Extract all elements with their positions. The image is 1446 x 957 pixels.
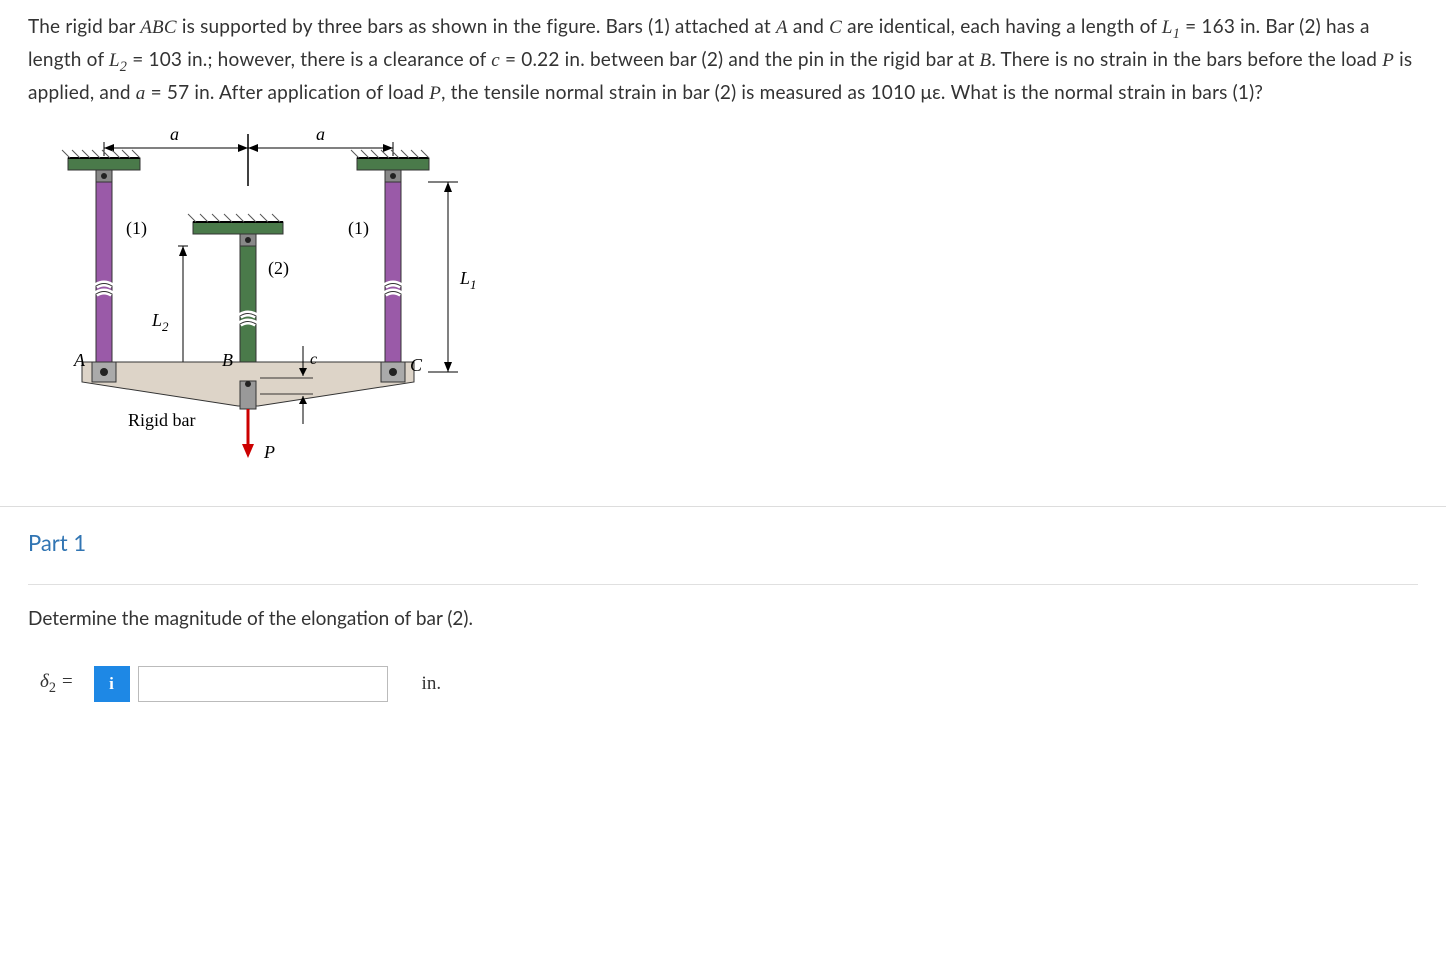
part1-heading: Part 1 (28, 529, 1418, 556)
var-A: A (776, 17, 788, 38)
label-bar2: (2) (268, 258, 289, 279)
text: , the tensile normal strain in bar (2) i… (441, 81, 1263, 104)
problem-statement: The rigid bar ABC is supported by three … (28, 12, 1418, 108)
var-L2: L2 (109, 50, 127, 71)
value-c: = 0.22 in. (500, 48, 585, 71)
text: and (788, 15, 829, 38)
text: . There is no strain in the bars before … (991, 48, 1382, 71)
bar1-left (96, 182, 112, 362)
part1-prompt: Determine the magnitude of the elongatio… (28, 607, 1418, 630)
delta2-input[interactable] (138, 666, 388, 702)
text: are identical, each having a length of (842, 15, 1162, 38)
divider (28, 584, 1418, 585)
value-L2: = 103 in. (127, 48, 207, 71)
label-P: P (263, 442, 275, 462)
value-L1: = 163 in. (1180, 15, 1260, 38)
var-C: C (829, 17, 842, 38)
text: between bar (2) and the pin in the rigid… (585, 48, 980, 71)
answer-symbol: δ2 = (40, 671, 74, 697)
var-abc: ABC (140, 17, 177, 38)
label-bar1-left: (1) (126, 218, 147, 239)
label-rigid-bar: Rigid bar (128, 410, 196, 430)
support-middle (188, 214, 283, 246)
label-C: C (410, 355, 423, 375)
label-L2: L2 (151, 310, 169, 334)
text: The rigid bar (28, 15, 140, 38)
var-P2: P (429, 83, 441, 104)
label-L1: L1 (459, 268, 477, 292)
part1-section: Part 1 Determine the magnitude of the el… (0, 507, 1446, 742)
label-a-left: a (170, 126, 179, 144)
label-a-right: a (316, 126, 325, 144)
label-c: c (310, 351, 317, 368)
var-B: B (980, 50, 992, 71)
bar1-right (385, 182, 401, 362)
label-bar1-right: (1) (348, 218, 369, 239)
info-button[interactable]: i (94, 666, 130, 702)
var-a: a (136, 83, 146, 104)
label-A: A (73, 350, 86, 370)
var-c: c (491, 50, 500, 71)
text: After application of load (215, 81, 430, 104)
var-L1: L1 (1162, 17, 1180, 38)
figure-svg: a a (48, 126, 478, 486)
text: is supported by three bars as shown in t… (177, 15, 776, 38)
unit-label: in. (422, 673, 442, 695)
problem-figure: a a (48, 126, 478, 486)
text: ; however, there is a clearance of (207, 48, 491, 71)
answer-row: δ2 = i in. (28, 666, 1418, 702)
label-B: B (222, 350, 233, 370)
var-P: P (1382, 50, 1394, 71)
problem-section: The rigid bar ABC is supported by three … (0, 0, 1446, 507)
support-left (62, 150, 140, 182)
support-right (351, 150, 429, 182)
value-a: = 57 in. (146, 81, 215, 104)
